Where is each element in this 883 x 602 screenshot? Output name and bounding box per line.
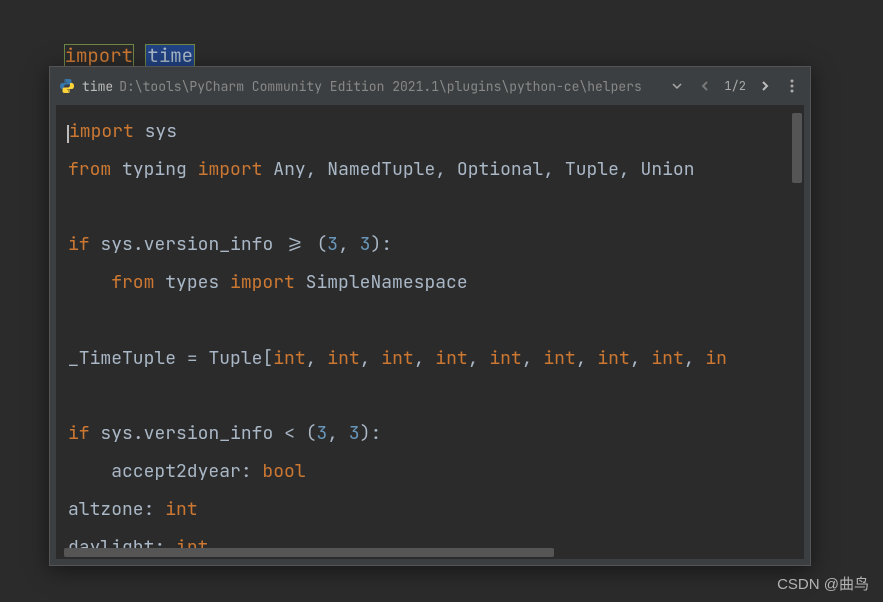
doc-line: _TimeTuple = Tuple[int, int, int, int, i…: [68, 340, 792, 378]
doc-line: from typing import Any, NamedTuple, Opti…: [68, 151, 792, 189]
python-file-icon: [58, 77, 76, 95]
documentation-popup: time D:\tools\PyCharm Community Edition …: [49, 66, 811, 566]
nav-prev-button[interactable]: [694, 76, 716, 96]
doc-line: [68, 378, 792, 416]
doc-line: from types import SimpleNamespace: [68, 264, 792, 302]
more-menu-icon[interactable]: [782, 74, 802, 98]
doc-line: accept2dyear: bool: [68, 453, 792, 491]
nav-count: 1/2: [720, 78, 750, 94]
popup-module-name: time: [82, 78, 113, 95]
vertical-scrollbar[interactable]: [792, 113, 802, 183]
horizontal-scrollbar[interactable]: [64, 548, 554, 557]
doc-line: if sys.version_info >= (3, 3):: [68, 226, 792, 264]
path-dropdown-icon[interactable]: [666, 76, 688, 96]
popup-body[interactable]: import sysfrom typing import Any, NamedT…: [56, 105, 804, 559]
doc-line: altzone: int: [68, 491, 792, 529]
nav-group: 1/2: [694, 76, 776, 96]
editor-area[interactable]: import time time.sleep() time D:\tools\P…: [0, 0, 883, 602]
doc-line: [68, 189, 792, 227]
doc-line: import sys: [68, 113, 792, 151]
popup-module-path: D:\tools\PyCharm Community Edition 2021.…: [119, 78, 660, 95]
popup-header: time D:\tools\PyCharm Community Edition …: [50, 67, 810, 105]
doc-line: if sys.version_info < (3, 3):: [68, 415, 792, 453]
doc-line: [68, 302, 792, 340]
nav-next-button[interactable]: [754, 76, 776, 96]
watermark: CSDN @曲鸟: [777, 573, 869, 594]
